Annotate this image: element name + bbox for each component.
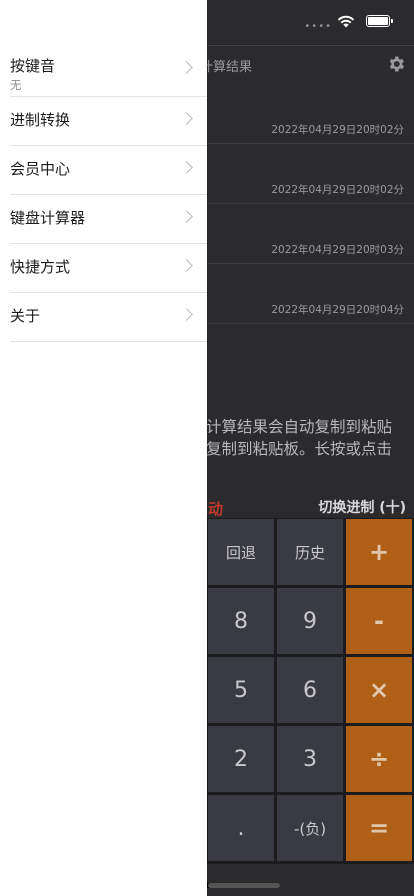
chevron-right-icon (180, 259, 193, 272)
digit-9-key[interactable]: 9 (277, 588, 343, 654)
history-title: 计算结果 (200, 60, 253, 75)
base-switch-button[interactable]: 切换进制 (十) (318, 497, 406, 517)
equals-key[interactable]: = (346, 795, 412, 861)
chevron-right-icon (180, 308, 193, 321)
digit-3-key[interactable]: 3 (277, 726, 343, 792)
menu-item-membership[interactable]: 会员中心 (10, 146, 207, 195)
digit-2-key[interactable]: 2 (208, 726, 274, 792)
signal-dots: •••• (304, 21, 332, 32)
drawer-menu: 按键音 无 进制转换 会员中心 键盘计算器 快捷方式 关于 (0, 43, 207, 342)
tip-line-2: 复制到粘贴板。长按或点击 (206, 440, 393, 458)
digit-8-key[interactable]: 8 (208, 588, 274, 654)
menu-item-label: 进制转换 (10, 111, 71, 129)
menu-item-key-sound[interactable]: 按键音 无 (10, 43, 207, 97)
digit-5-key[interactable]: 5 (208, 657, 274, 723)
gear-icon[interactable] (386, 54, 406, 74)
chevron-right-icon (180, 61, 193, 74)
menu-item-label: 按键音 (10, 57, 56, 75)
divide-key[interactable]: ÷ (346, 726, 412, 792)
vibration-toggle[interactable]: 动 (208, 498, 223, 519)
negate-key[interactable]: -(负) (277, 795, 343, 861)
backspace-key[interactable]: 回退 (208, 519, 274, 585)
plus-key[interactable]: + (346, 519, 412, 585)
history-time: 2022年04月29日20时02分 (271, 124, 404, 136)
decimal-point-key[interactable]: . (208, 795, 274, 861)
history-time: 2022年04月29日20时03分 (271, 244, 404, 256)
menu-item-base-conversion[interactable]: 进制转换 (10, 97, 207, 146)
history-time: 2022年04月29日20时04分 (271, 304, 404, 316)
multiply-key[interactable]: × (346, 657, 412, 723)
menu-item-label: 快捷方式 (10, 258, 71, 276)
menu-item-about[interactable]: 关于 (10, 293, 207, 342)
chevron-right-icon (180, 112, 193, 125)
menu-item-label: 键盘计算器 (10, 209, 86, 227)
battery-icon (366, 15, 393, 27)
menu-item-label: 关于 (10, 307, 41, 325)
menu-item-label: 会员中心 (10, 160, 71, 178)
menu-item-keyboard-calculator[interactable]: 键盘计算器 (10, 195, 207, 244)
side-drawer: 按键音 无 进制转换 会员中心 键盘计算器 快捷方式 关于 (0, 0, 207, 896)
history-time: 2022年04月29日20时02分 (271, 184, 404, 196)
chevron-right-icon (180, 210, 193, 223)
history-key[interactable]: 历史 (277, 519, 343, 585)
menu-item-shortcuts[interactable]: 快捷方式 (10, 244, 207, 293)
wifi-icon (337, 15, 355, 28)
menu-item-value: 无 (10, 78, 22, 92)
tip-line-1: 计算结果会自动复制到粘贴 (206, 418, 393, 436)
minus-key[interactable]: - (346, 588, 412, 654)
digit-6-key[interactable]: 6 (277, 657, 343, 723)
chevron-right-icon (180, 161, 193, 174)
